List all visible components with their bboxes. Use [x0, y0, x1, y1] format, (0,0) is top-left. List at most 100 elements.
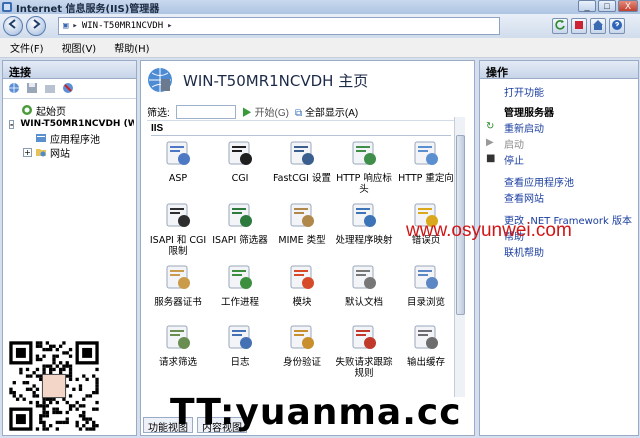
stop-button[interactable]: [571, 18, 587, 34]
tree-node-app-pools[interactable]: 应用程序池: [5, 131, 134, 145]
feature-asp[interactable]: ASP: [147, 139, 209, 184]
show-all-button[interactable]: ⧉ 全部显示(A): [295, 104, 358, 119]
arrow-right-icon: [33, 19, 41, 29]
feature-directory-browse[interactable]: 目录浏览: [395, 263, 457, 308]
tree-node-label: WIN-T50MR1NCVDH (WIN: [20, 119, 134, 129]
isapi-cgi-icon: [166, 203, 190, 227]
action-link[interactable]: 查看应用程序池: [480, 173, 638, 189]
window-title: Internet 信息服务(IIS)管理器: [16, 3, 160, 15]
action-label: 打开功能: [504, 87, 544, 99]
feature-auth[interactable]: 身份验证: [271, 323, 333, 368]
feature-label: 输出缓存: [406, 357, 445, 368]
start-filter-button[interactable]: ▶ 开始(G): [242, 104, 289, 119]
action-link[interactable]: ■ 停止: [480, 151, 638, 167]
feature-cgi[interactable]: CGI: [209, 139, 271, 184]
tree-node-start-page[interactable]: 起始页: [5, 103, 134, 117]
action-link[interactable]: 打开功能: [480, 83, 638, 99]
maximize-button[interactable]: □: [598, 0, 616, 12]
arrow-left-icon: [8, 19, 16, 29]
vertical-scrollbar[interactable]: [454, 117, 465, 397]
root-node-icon: ▣: [63, 21, 69, 31]
tree-node-server[interactable]: - WIN-T50MR1NCVDH (WIN: [5, 117, 134, 131]
app-pool-icon: [36, 134, 46, 142]
tree-expander[interactable]: -: [9, 119, 15, 129]
feature-failed-request[interactable]: 失败请求跟踪规则: [333, 323, 395, 379]
feature-label: 工作进程: [220, 297, 259, 308]
isapi-filter-icon: [228, 203, 252, 227]
connect-button[interactable]: [7, 82, 21, 96]
breadcrumb-separator: ▸: [72, 21, 78, 31]
feature-http-redirect[interactable]: HTTP 重定向: [395, 139, 457, 184]
action-link[interactable]: 查看网站: [480, 189, 638, 205]
refresh-button[interactable]: [552, 18, 568, 34]
help-button[interactable]: [609, 18, 625, 34]
feature-isapi-filter[interactable]: ISAPI 筛选器: [209, 201, 271, 246]
action-icon: ↻: [486, 121, 495, 132]
action-link[interactable]: ▶ 启动: [480, 135, 638, 151]
filter-label: 筛选:: [147, 108, 170, 119]
feature-mime[interactable]: MIME 类型: [271, 201, 333, 246]
feature-isapi-cgi[interactable]: ISAPI 和 CGI 限制: [147, 201, 209, 257]
feature-certificate[interactable]: 服务器证书: [147, 263, 209, 308]
feature-label: 日志: [230, 357, 250, 368]
address-field[interactable]: ▣ ▸ WIN-T50MR1NCVDH ▸: [58, 17, 500, 35]
cgi-icon: [228, 141, 252, 165]
feature-request-filter[interactable]: 请求筛选: [147, 323, 209, 368]
feature-default-doc[interactable]: 默认文档: [333, 263, 395, 308]
action-label: 重新启动: [504, 123, 544, 135]
back-button[interactable]: [3, 16, 23, 36]
connections-tree: 起始页 - WIN-T50MR1NCVDH (WIN 应用程序池 + 网站: [3, 99, 136, 163]
feature-log[interactable]: 日志: [209, 323, 271, 368]
breadcrumb-server[interactable]: WIN-T50MR1NCVDH: [82, 21, 163, 31]
save-button[interactable]: [25, 82, 39, 96]
feature-modules[interactable]: 模块: [271, 263, 333, 308]
title-bar: Internet 信息服务(IIS)管理器 _ □ X: [0, 0, 640, 15]
minimize-button[interactable]: _: [578, 0, 596, 12]
menu-view[interactable]: 视图(V): [62, 40, 97, 55]
fastcgi-icon: [290, 141, 314, 165]
feature-output-cache[interactable]: 输出缓存: [395, 323, 457, 368]
feature-label: HTTP 重定向: [398, 173, 454, 184]
action-link[interactable]: ↻ 重新启动: [480, 119, 638, 135]
menu-help[interactable]: 帮助(H): [114, 40, 149, 55]
asp-icon: [166, 141, 190, 165]
action-label: 联机帮助: [504, 247, 544, 259]
up-button[interactable]: [43, 82, 57, 96]
connections-toolbar: [3, 79, 136, 99]
menu-bar: 文件(F) 视图(V) 帮助(H): [0, 38, 640, 58]
breadcrumb-separator: ▸: [167, 21, 173, 31]
action-icon: ■: [486, 153, 496, 164]
actions-pane: 操作 打开功能 管理服务器 ↻ 重新启动 ▶ 启动 ■ 停止 查看应用程序池 查看网站 更改 .NE…: [479, 60, 639, 436]
modules-icon: [290, 265, 314, 289]
home-button[interactable]: [590, 18, 606, 34]
feature-label: MIME 类型: [278, 235, 326, 246]
feature-handler[interactable]: 处理程序映射: [333, 201, 395, 246]
feature-fastcgi[interactable]: FastCGI 设置: [271, 139, 333, 184]
feature-label: 服务器证书: [154, 297, 202, 308]
disconnect-button[interactable]: [61, 82, 75, 96]
tree-node-sites[interactable]: + 网站: [5, 145, 134, 159]
feature-label: HTTP 响应标头: [336, 173, 392, 195]
feature-worker-process[interactable]: 工作进程: [209, 263, 271, 308]
group-header-iis: IIS: [151, 123, 451, 136]
actions-section-header: 管理服务器: [480, 103, 638, 119]
tree-expander[interactable]: +: [23, 147, 32, 157]
home-icon: [593, 20, 603, 30]
action-link[interactable]: 联机帮助: [480, 243, 638, 259]
qr-code-image: [6, 338, 102, 434]
worker-process-icon: [228, 265, 252, 289]
menu-file[interactable]: 文件(F): [10, 40, 44, 55]
close-button[interactable]: X: [618, 0, 638, 12]
actions-header: 操作: [480, 61, 638, 79]
http-response-icon: [352, 141, 376, 165]
directory-browse-icon: [414, 265, 438, 289]
forward-button[interactable]: [26, 16, 46, 36]
help-icon: [612, 20, 622, 30]
feature-http-response[interactable]: HTTP 响应标头: [333, 139, 395, 195]
footer-watermark: TT:yuanma.cc: [170, 392, 462, 433]
request-filter-icon: [166, 325, 190, 349]
save-icon: [27, 82, 37, 93]
play-icon: ▶: [241, 108, 252, 119]
feature-label: FastCGI 设置: [273, 173, 331, 184]
filter-input[interactable]: [175, 104, 236, 119]
